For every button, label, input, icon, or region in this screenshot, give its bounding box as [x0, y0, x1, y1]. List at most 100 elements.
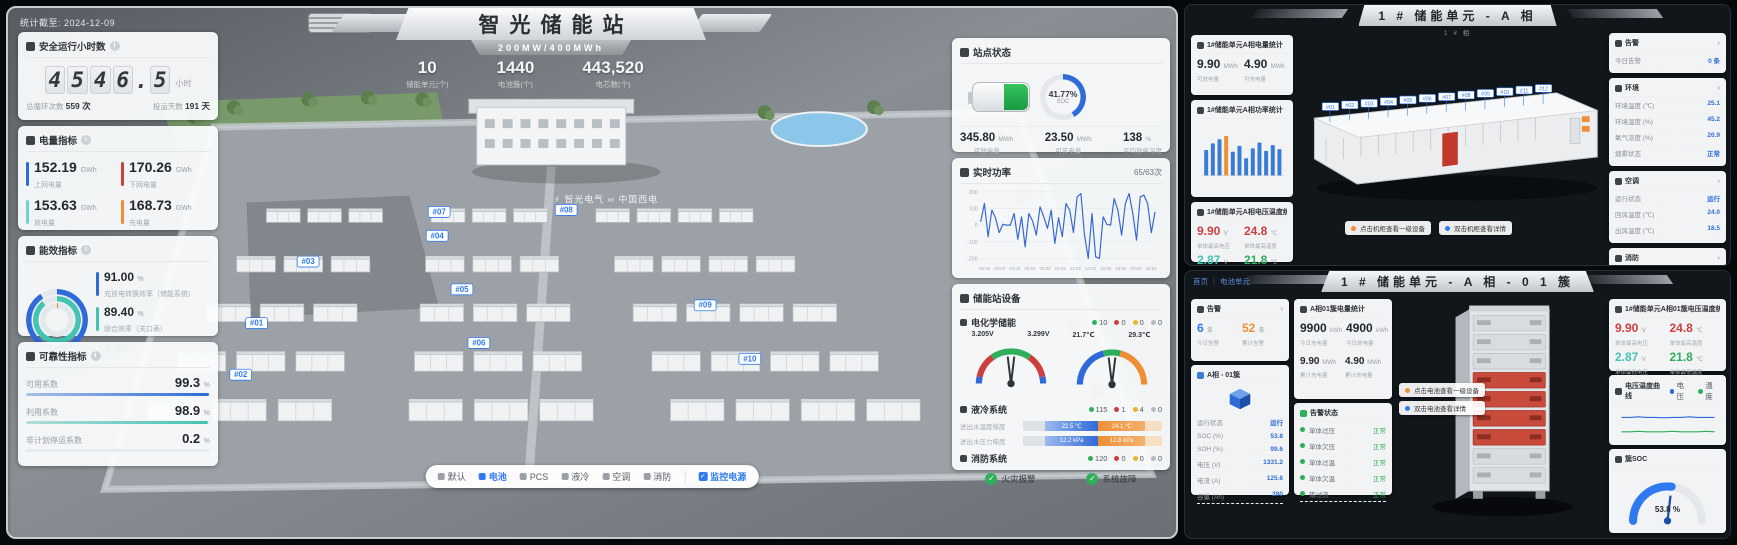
cluster-info-row: 运行状态运行: [1197, 414, 1283, 430]
unit-power-title: 1#储能单元A相功率统计: [1207, 105, 1283, 115]
cooling-bar-label: 进出水压力梯度: [960, 436, 1018, 446]
toolbar-separator: [684, 471, 685, 483]
chevron-right-icon[interactable]: ›: [1718, 85, 1720, 92]
svg-text:#02: #02: [1345, 103, 1354, 109]
svg-text:10:02: 10:02: [1055, 266, 1067, 271]
checkbox-icon[interactable]: ✓: [698, 472, 707, 481]
svg-text:-200: -200: [967, 256, 978, 262]
container-3d-view[interactable]: #01#02#03#04#05#06#07#08#09#10#11#12: [1297, 39, 1607, 207]
view-legend-chip[interactable]: 双击机柜查看详情: [1439, 221, 1512, 235]
toolbar-item-4[interactable]: 液冷: [561, 470, 589, 483]
cluster-info-card: A相 - 01簇 运行状态运行SOC (%)53.8SOH (%)99.6电压 …: [1191, 365, 1289, 495]
stat-label: 单体最高温度: [1244, 242, 1287, 250]
cooling-title: 液冷系统: [971, 403, 1007, 416]
svg-text:#10: #10: [743, 354, 757, 363]
container-tag[interactable]: #07: [428, 206, 450, 217]
devices-icon: [960, 294, 969, 303]
thermometer-icon: [1197, 209, 1204, 216]
view-legend-chip[interactable]: 双击电池查看详情: [1399, 401, 1485, 415]
metric-color-bar: [121, 162, 124, 186]
layer-icon: [643, 473, 650, 480]
svg-text:#08: #08: [1462, 93, 1471, 99]
svg-text:#09: #09: [699, 301, 713, 310]
digit: 5: [150, 66, 171, 94]
side-card-空调: 空调›运行状态运行回风温度 (℃)24.0出风温度 (℃)18.5: [1609, 171, 1726, 243]
cluster-info-row: 容量 (Ah)280: [1197, 488, 1283, 504]
battery-cluster-cube-icon: [1227, 387, 1253, 411]
cooling-bar-segment: 24.1 ℃: [1098, 421, 1145, 431]
station-devices-title: 储能站设备: [973, 291, 1021, 305]
station-icon: [960, 48, 969, 57]
view-legend-chip[interactable]: 点击机柜查看一级设备: [1345, 221, 1431, 235]
legend-count: 0: [1114, 318, 1125, 327]
gauge-min-value: 21.7℃: [1073, 331, 1095, 339]
station-stat: 1440电池簇(个): [497, 58, 535, 90]
cluster-info-row: SOH (%)99.6: [1197, 443, 1283, 456]
metric-value: 170.26 GWh: [129, 160, 192, 178]
stat-value: 21.8 ℃: [1670, 351, 1721, 367]
metric-label: 下网电量: [129, 180, 192, 190]
info-icon[interactable]: i: [91, 351, 101, 361]
container-tag[interactable]: #02: [230, 369, 252, 380]
toolbar-item-7[interactable]: ✓监控电源: [698, 470, 746, 483]
header-wing-left: [1242, 275, 1338, 284]
stat-item: 52 条累计告警: [1242, 322, 1283, 347]
container-tag[interactable]: #06: [468, 338, 490, 349]
stats-cutoff-note: 统计截至: 2024-12-09: [20, 16, 115, 29]
view-legend-chip[interactable]: 点击电池查看一级设备: [1399, 383, 1485, 397]
toolbar-item-label: 电池: [489, 470, 507, 483]
stat-value: 1440: [497, 58, 535, 78]
section-icon: [1615, 178, 1622, 185]
metric-item: 153.63 GWh放电量: [26, 198, 115, 228]
info-icon[interactable]: i: [110, 41, 120, 51]
info-icon[interactable]: i: [81, 245, 91, 255]
device-gauge: 3.205V3.299V: [969, 331, 1053, 397]
header-wing-right: [690, 14, 773, 32]
cooling-bar-segment: [1023, 436, 1045, 446]
chevron-right-icon[interactable]: ›: [1281, 306, 1283, 313]
metric-value: 168.73 GWh: [129, 198, 192, 216]
header-wing-right: [1567, 9, 1663, 18]
stat-label: 累计放电量: [1345, 371, 1386, 379]
chevron-right-icon[interactable]: ›: [1718, 178, 1720, 185]
site-status-card: 站点状态 41.77% SOC 345.80 MWh可放电量23.50 MWh可…: [952, 38, 1170, 152]
unit-temp-title: 1#储能单元A相电压温度统计: [1207, 207, 1287, 217]
status-row: 簇过流正常: [1300, 486, 1386, 502]
ground-logos: ⚡ 智光电气 ∞ 中国西电: [554, 194, 658, 205]
container-tag[interactable]: #05: [451, 284, 473, 295]
container-tag[interactable]: #08: [555, 205, 577, 216]
container-tag[interactable]: #10: [739, 353, 761, 364]
metric-label: 充电量: [129, 218, 192, 228]
chevron-right-icon[interactable]: ›: [1718, 255, 1720, 262]
stat-label: 今日充电量: [1300, 339, 1342, 347]
breadcrumb-item[interactable]: 首页: [1193, 276, 1208, 287]
container-tag[interactable]: #01: [246, 318, 268, 329]
stat-item: 9.90 V单体最高电压: [1197, 225, 1240, 250]
toolbar-item-2[interactable]: 电池: [479, 470, 507, 483]
digit: 5: [67, 66, 88, 94]
side-card-header: 环境›: [1615, 83, 1720, 97]
footer-stat: 投运天数 191 天: [153, 100, 210, 112]
fire-status-item: ✓火灾报警: [985, 473, 1035, 485]
container-tag[interactable]: #04: [426, 230, 448, 241]
toolbar-item-3[interactable]: PCS: [520, 472, 549, 482]
container-tag[interactable]: #09: [694, 300, 716, 311]
legend-count: 0: [1133, 454, 1144, 463]
metric-item: 168.73 GWh 充电量: [121, 198, 210, 228]
container-tag[interactable]: #03: [297, 256, 319, 267]
toolbar-item-5[interactable]: 空调: [602, 470, 630, 483]
toolbar-item-1[interactable]: 默认: [438, 470, 466, 483]
reliability-row: 可用系数99.3 %: [26, 375, 210, 396]
stat-value: 2.87 V: [1615, 351, 1666, 367]
svg-text:53.8 %: 53.8 %: [1655, 505, 1681, 514]
cluster-info-row: 电流 (A)125.6: [1197, 472, 1283, 488]
stat-value: 24.8 ℃: [1670, 322, 1721, 338]
legend-count: 0: [1133, 318, 1144, 327]
info-icon[interactable]: i: [81, 135, 91, 145]
cooling-bar-segment: 12.8 kPa: [1098, 436, 1145, 446]
chevron-right-icon[interactable]: ›: [1718, 40, 1720, 47]
stat-label: 电芯数(个): [582, 79, 643, 90]
side-card-环境: 环境›环境温度 (℃)25.1环境湿度 (%)45.2氧气浓度 (%)20.9烟…: [1609, 78, 1726, 166]
footer-stat: 总循环次数 559 次: [26, 100, 91, 112]
toolbar-item-6[interactable]: 消防: [643, 470, 671, 483]
